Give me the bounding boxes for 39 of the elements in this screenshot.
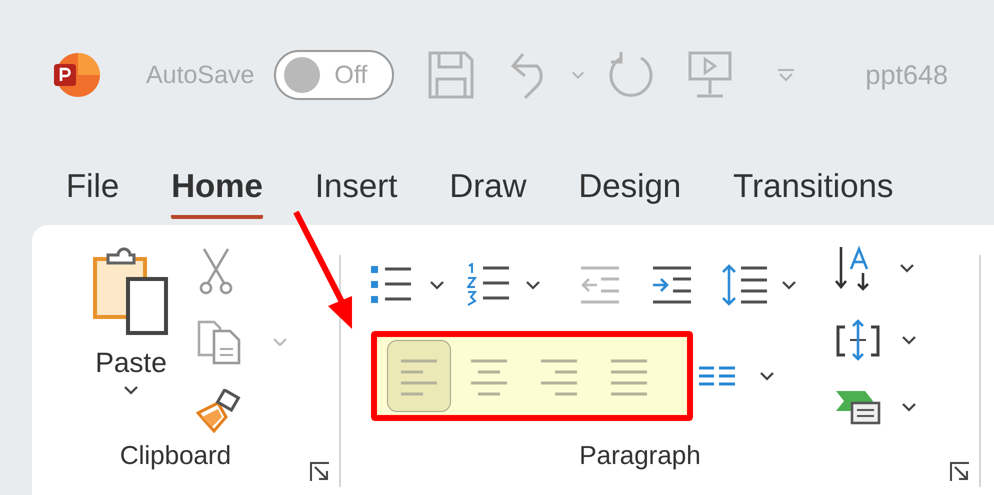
clipboard-icon [92, 245, 170, 337]
ribbon-tab[interactable]: Transitions [733, 156, 894, 218]
autosave-label: AutoSave [146, 60, 254, 90]
align-text-icon [835, 319, 881, 361]
paste-button[interactable]: Paste [86, 245, 176, 395]
text-direction-button[interactable] [835, 245, 917, 291]
caret-icon[interactable] [429, 280, 445, 290]
bullets-button[interactable] [369, 264, 445, 306]
align-text-button[interactable] [835, 319, 917, 361]
line-spacing-icon [721, 263, 769, 307]
line-spacing-button[interactable] [721, 263, 797, 307]
columns-button[interactable] [699, 366, 775, 386]
smartart-icon [835, 389, 881, 425]
dialog-launcher-icon[interactable] [949, 461, 971, 483]
format-painter-icon[interactable] [196, 389, 242, 433]
columns-icon [699, 366, 735, 386]
file-name: ppt648 [865, 60, 948, 90]
caret-icon[interactable] [781, 280, 797, 290]
smartart-button[interactable] [835, 389, 917, 425]
copy-icon[interactable] [196, 319, 242, 365]
caret-icon[interactable] [901, 402, 917, 412]
ribbon-tab[interactable]: Insert [314, 156, 398, 218]
caret-icon[interactable] [123, 385, 139, 395]
app-logo-icon [52, 51, 100, 99]
dialog-launcher-icon[interactable] [309, 461, 331, 483]
caret-icon[interactable] [759, 371, 775, 381]
caret-icon[interactable] [525, 280, 541, 290]
ribbon-tab[interactable]: Home [171, 156, 263, 218]
ribbon-tab[interactable]: Draw [449, 156, 526, 218]
caret-icon[interactable] [901, 335, 917, 345]
numbering-button[interactable] [467, 263, 541, 307]
group-label: Clipboard [118, 440, 232, 471]
bullets-icon [369, 264, 413, 306]
ribbon-tab[interactable]: File [66, 156, 120, 218]
numbering-icon [467, 263, 511, 307]
group-label: Paragraph [578, 440, 702, 471]
ribbon-tab[interactable]: Design [578, 156, 682, 218]
increase-indent-icon[interactable] [651, 265, 693, 305]
caret-icon[interactable] [899, 263, 915, 273]
